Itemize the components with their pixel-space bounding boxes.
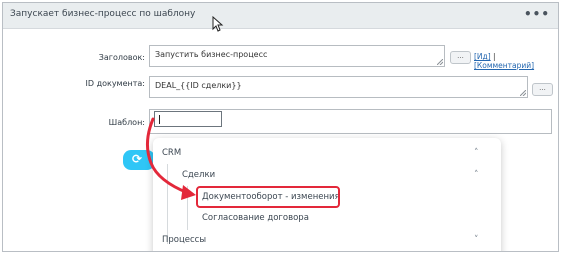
mouse-cursor-icon — [212, 16, 224, 32]
annotation-arrow — [146, 117, 196, 200]
activity-settings-panel: Запускает бизнес-процесс по шаблону ••• … — [2, 2, 559, 252]
